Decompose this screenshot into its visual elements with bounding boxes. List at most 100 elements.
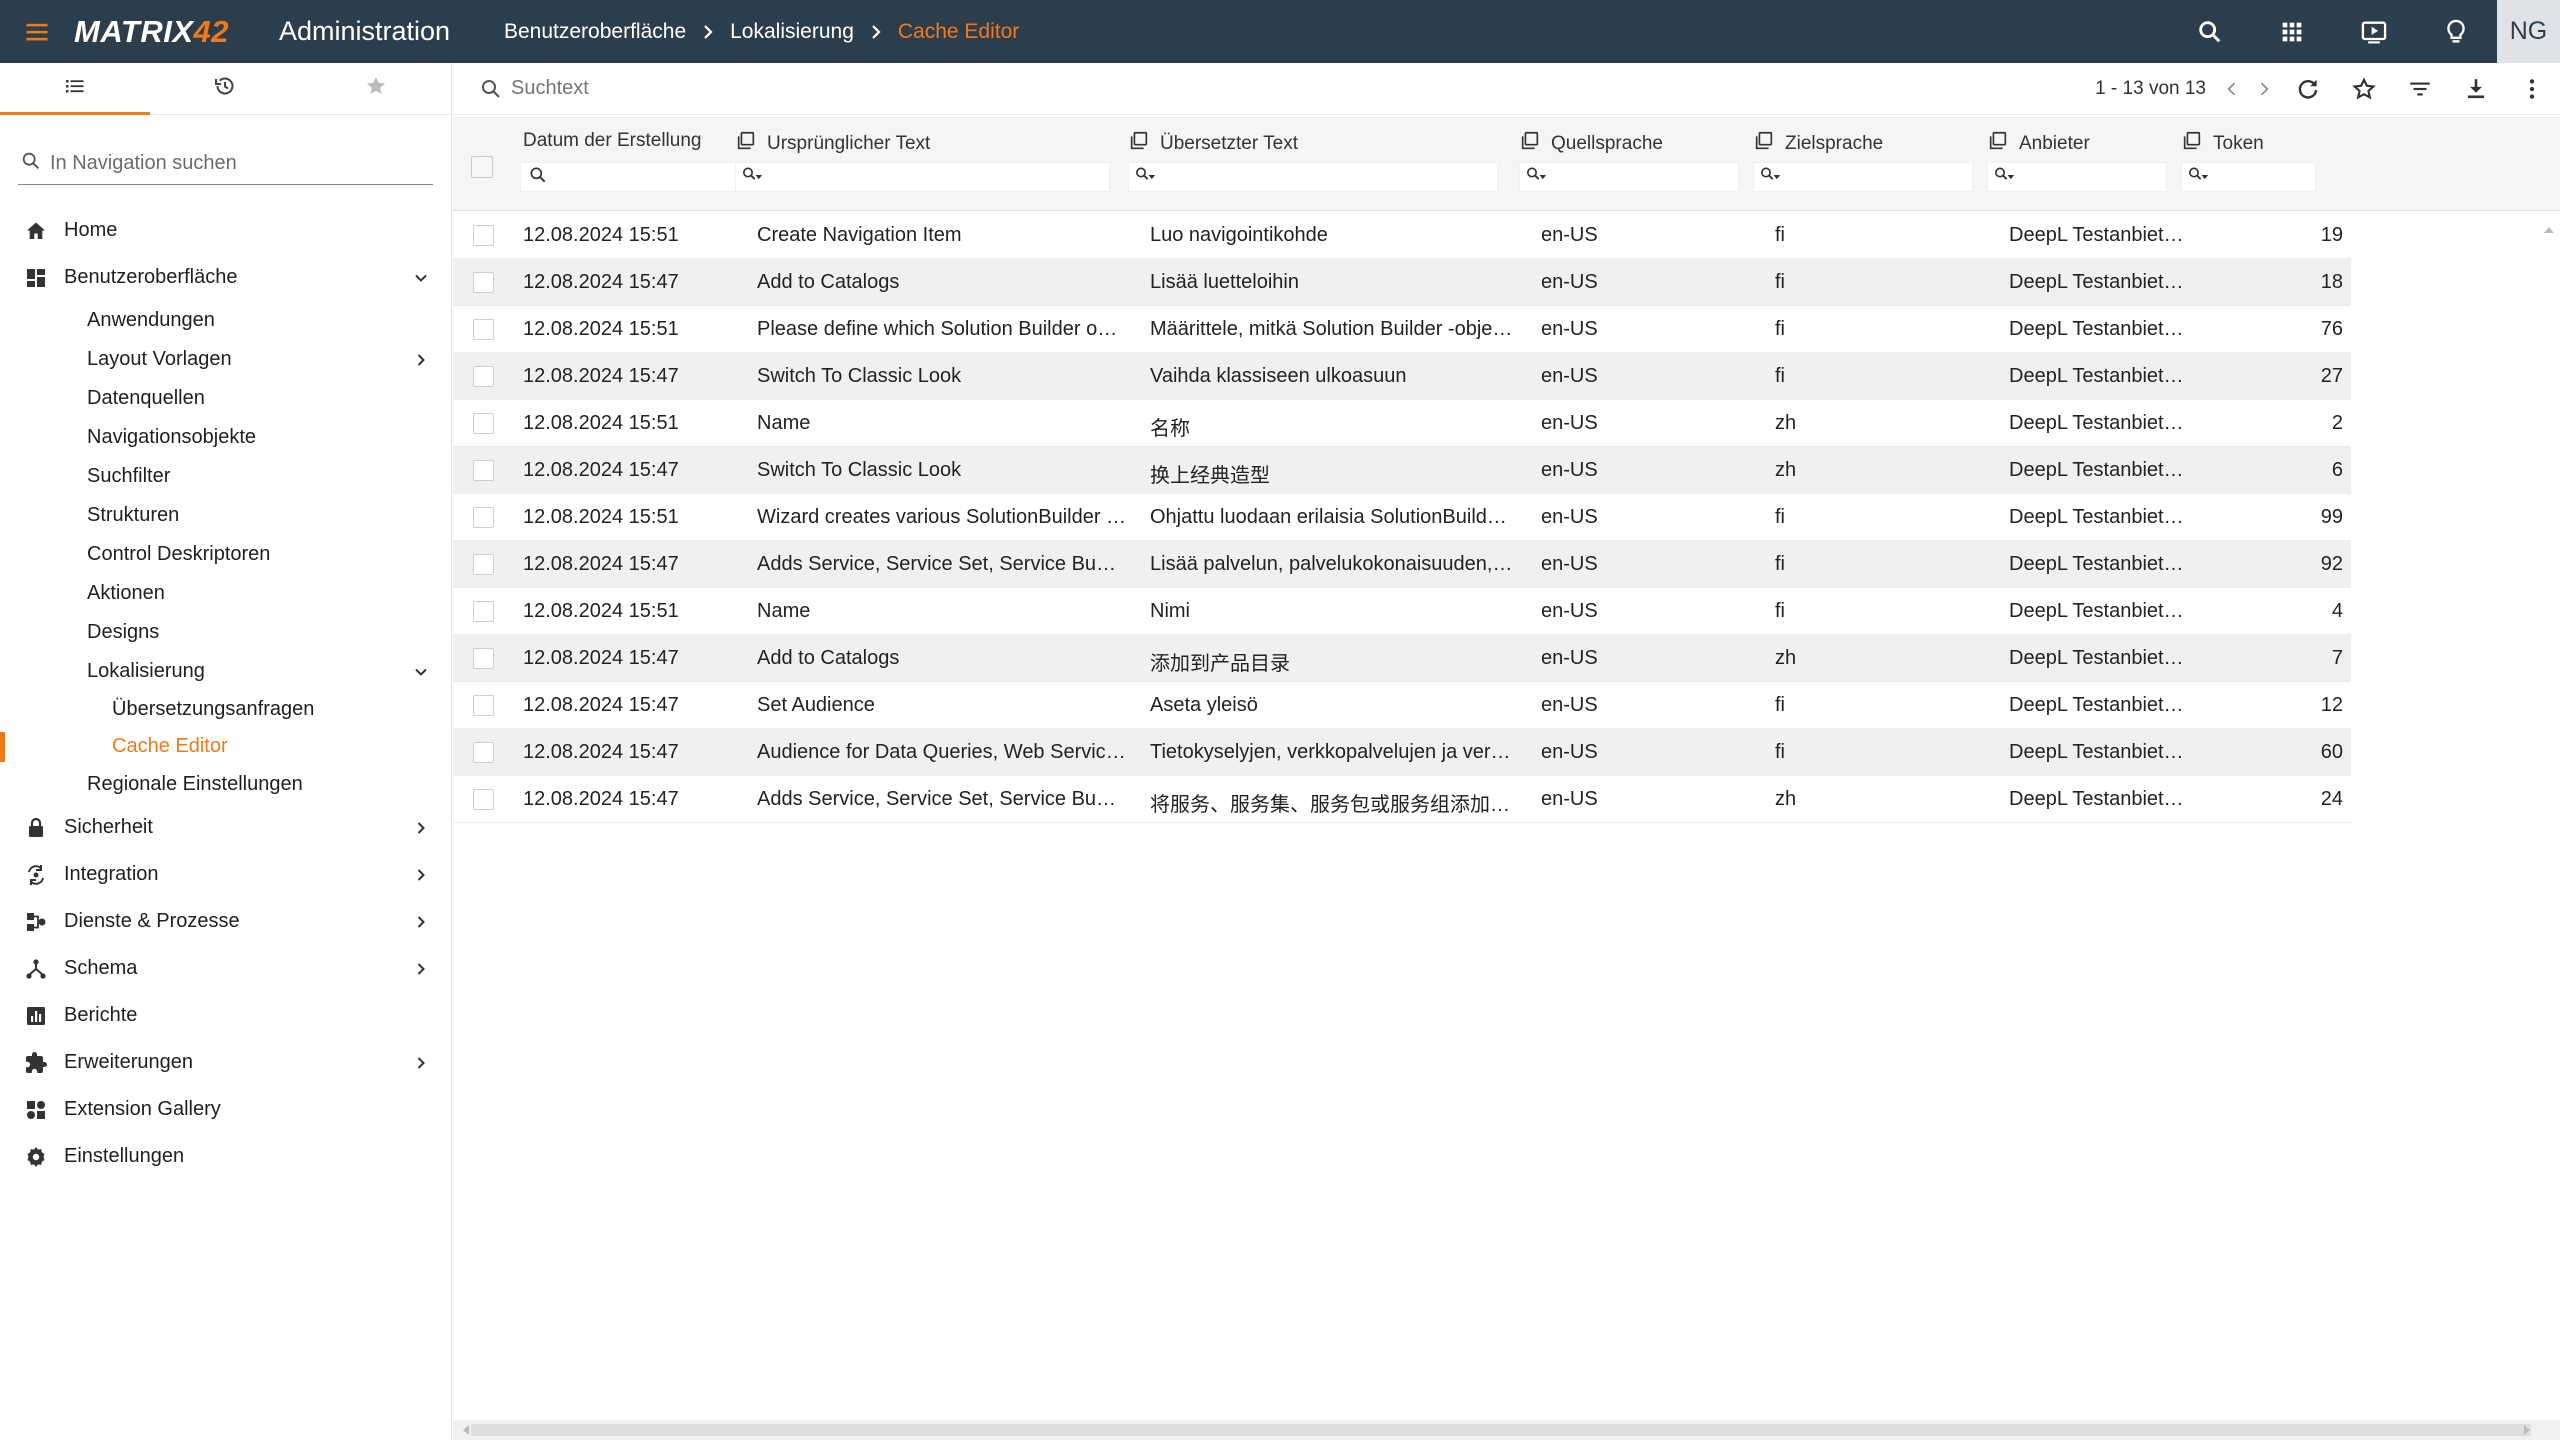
- column-filter-input[interactable]: [520, 162, 740, 192]
- column-chooser-icon[interactable]: [1519, 130, 1551, 158]
- column-filter-input[interactable]: [735, 162, 1110, 192]
- column-chooser-icon[interactable]: [1987, 130, 2019, 158]
- nav-item-anwendungen[interactable]: Anwendungen: [0, 301, 451, 340]
- chevron-down-icon[interactable]: [411, 268, 431, 288]
- column-title[interactable]: Quellsprache: [1519, 130, 1663, 158]
- nav-item-cache-editor[interactable]: Cache Editor: [0, 728, 451, 765]
- navigation-search-input[interactable]: In Navigation suchen: [18, 143, 433, 185]
- column-header-token[interactable]: Token: [2181, 116, 2341, 211]
- row-checkbox[interactable]: [473, 413, 494, 434]
- column-title[interactable]: Übersetzter Text: [1128, 130, 1298, 158]
- column-header-quellsprache[interactable]: Quellsprache: [1519, 116, 1764, 211]
- row-checkbox[interactable]: [473, 507, 494, 528]
- nav-item-regionale-einstellungen[interactable]: Regionale Einstellungen: [0, 765, 451, 804]
- nav-item-dienste-prozesse[interactable]: Dienste & Prozesse: [0, 898, 451, 945]
- nav-item-schema[interactable]: Schema: [0, 945, 451, 992]
- row-checkbox[interactable]: [473, 366, 494, 387]
- breadcrumb-lokalisierung[interactable]: Lokalisierung: [730, 20, 854, 44]
- row-checkbox[interactable]: [473, 460, 494, 481]
- chevron-right-icon[interactable]: [411, 350, 431, 370]
- row-checkbox[interactable]: [473, 789, 494, 810]
- nav-item-uebersetzungsanfragen[interactable]: Übersetzungsanfragen: [0, 691, 451, 728]
- column-filter-input[interactable]: [1519, 162, 1739, 192]
- nav-item-lokalisierung[interactable]: Lokalisierung: [0, 652, 451, 691]
- row-checkbox[interactable]: [473, 554, 494, 575]
- nav-item-datenquellen[interactable]: Datenquellen: [0, 379, 451, 418]
- column-chooser-icon[interactable]: [2181, 130, 2213, 158]
- chevron-right-icon[interactable]: [411, 1053, 431, 1073]
- scroll-right-icon[interactable]: [2522, 1425, 2532, 1435]
- row-checkbox[interactable]: [473, 648, 494, 669]
- nav-item-einstellungen[interactable]: Einstellungen: [0, 1133, 451, 1180]
- select-all-checkbox[interactable]: [471, 156, 493, 178]
- table-row[interactable]: 12.08.2024 15:51 Wizard creates various S…: [453, 494, 2351, 541]
- nav-item-strukturen[interactable]: Strukturen: [0, 496, 451, 535]
- table-row[interactable]: 12.08.2024 15:51 Name 名称 en-US zh DeepL Testa…: [453, 400, 2351, 447]
- search-icon[interactable]: [2169, 0, 2251, 63]
- column-filter-input[interactable]: [1753, 162, 1973, 192]
- scroll-up-icon[interactable]: [2543, 224, 2555, 236]
- nav-item-control-deskriptoren[interactable]: Control Deskriptoren: [0, 535, 451, 574]
- column-title[interactable]: Datum der Erstellung: [523, 130, 701, 152]
- column-chooser-icon[interactable]: [1753, 130, 1785, 158]
- scroll-left-icon[interactable]: [461, 1425, 471, 1435]
- column-header-datum[interactable]: Datum der Erstellung: [520, 116, 758, 211]
- chevron-right-icon[interactable]: [2248, 63, 2280, 115]
- nav-item-navigationsobjekte[interactable]: Navigationsobjekte: [0, 418, 451, 457]
- chevron-down-icon[interactable]: [411, 662, 431, 682]
- chevron-right-icon[interactable]: [411, 818, 431, 838]
- column-chooser-icon[interactable]: [1128, 130, 1160, 158]
- chevron-right-icon[interactable]: [411, 865, 431, 885]
- nav-item-designs[interactable]: Designs: [0, 613, 451, 652]
- column-chooser-icon[interactable]: [735, 130, 767, 158]
- download-icon[interactable]: [2448, 63, 2504, 115]
- column-header-anbieter[interactable]: Anbieter: [1987, 116, 2192, 211]
- nav-item-berichte[interactable]: Berichte: [0, 992, 451, 1039]
- vertical-scrollbar[interactable]: [2538, 212, 2560, 1440]
- hamburger-icon[interactable]: [0, 0, 74, 63]
- horizontal-scrollbar-thumb[interactable]: [471, 1424, 2531, 1436]
- row-checkbox[interactable]: [473, 695, 494, 716]
- more-vert-icon[interactable]: [2504, 63, 2560, 115]
- filter-icon[interactable]: [2392, 63, 2448, 115]
- column-header-uebersetzter-text[interactable]: Übersetzter Text: [1128, 116, 1523, 211]
- avatar[interactable]: NG: [2497, 0, 2560, 63]
- column-header-urspruenglicher-text[interactable]: Ursprünglicher Text: [735, 116, 1135, 211]
- star-outline-icon[interactable]: [2336, 63, 2392, 115]
- table-row[interactable]: 12.08.2024 15:47 Audience for Data Querie…: [453, 729, 2351, 776]
- table-row[interactable]: 12.08.2024 15:47 Add to Catalogs 添加到产品目录 en…: [453, 635, 2351, 682]
- breadcrumb-benutzeroberflaeche[interactable]: Benutzeroberfläche: [504, 20, 686, 44]
- row-checkbox[interactable]: [473, 272, 494, 293]
- tab-history[interactable]: [150, 63, 300, 114]
- refresh-icon[interactable]: [2280, 63, 2336, 115]
- table-row[interactable]: 12.08.2024 15:47 Adds Service, Service Se…: [453, 776, 2351, 823]
- tab-favorites[interactable]: [301, 63, 451, 114]
- lightbulb-icon[interactable]: [2415, 0, 2497, 63]
- row-checkbox[interactable]: [473, 742, 494, 763]
- nav-item-benutzeroberflaeche[interactable]: Benutzeroberfläche: [0, 254, 451, 301]
- nav-item-aktionen[interactable]: Aktionen: [0, 574, 451, 613]
- chevron-right-icon[interactable]: [411, 959, 431, 979]
- nav-item-layout-vorlagen[interactable]: Layout Vorlagen: [0, 340, 451, 379]
- table-row[interactable]: 12.08.2024 15:47 Adds Service, Service Se…: [453, 541, 2351, 588]
- tab-navigation-list[interactable]: [0, 63, 151, 115]
- column-filter-input[interactable]: [1128, 162, 1498, 192]
- nav-item-sicherheit[interactable]: Sicherheit: [0, 804, 451, 851]
- row-checkbox[interactable]: [473, 319, 494, 340]
- nav-item-suchfilter[interactable]: Suchfilter: [0, 457, 451, 496]
- row-checkbox[interactable]: [473, 225, 494, 246]
- column-title[interactable]: Ursprünglicher Text: [735, 130, 930, 158]
- column-title[interactable]: Token: [2181, 130, 2264, 158]
- chevron-left-icon[interactable]: [2216, 63, 2248, 115]
- row-checkbox[interactable]: [473, 601, 494, 622]
- column-title[interactable]: Zielsprache: [1753, 130, 1883, 158]
- chevron-right-icon[interactable]: [411, 912, 431, 932]
- table-row[interactable]: 12.08.2024 15:51 Name Nimi en-US fi DeepL Tes…: [453, 588, 2351, 635]
- column-header-zielsprache[interactable]: Zielsprache: [1753, 116, 1998, 211]
- column-filter-input[interactable]: [2181, 162, 2316, 192]
- table-row[interactable]: 12.08.2024 15:51 Create Navigation Item Lu…: [453, 212, 2351, 259]
- table-row[interactable]: 12.08.2024 15:51 Please define which Solu…: [453, 306, 2351, 353]
- grid-search-input[interactable]: Suchtext: [511, 77, 589, 100]
- brand-logo[interactable]: MATRIX42: [74, 14, 279, 50]
- apps-grid-icon[interactable]: [2251, 0, 2333, 63]
